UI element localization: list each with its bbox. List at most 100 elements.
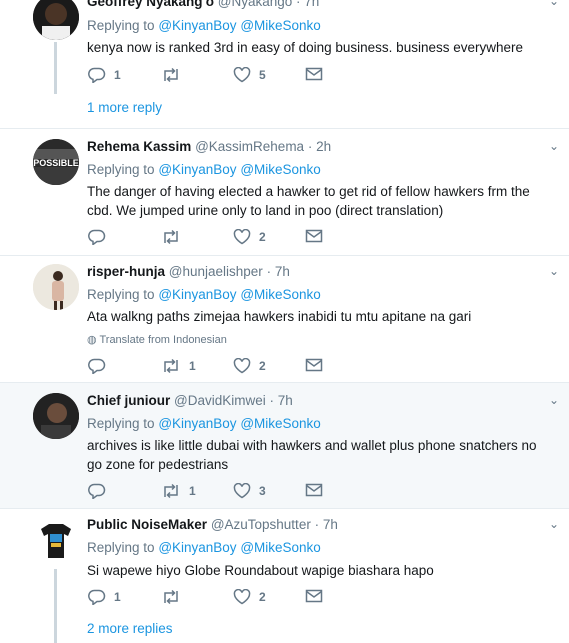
- reply-count: 1: [114, 68, 121, 82]
- tweet[interactable]: Geoffrey Nyakang'o @Nyakango · 7h ⌄ Repl…: [0, 0, 569, 128]
- replying-to-label: Replying to: [87, 18, 155, 33]
- retweet-icon: [164, 589, 178, 605]
- more-replies-link[interactable]: 1 more reply: [87, 100, 162, 115]
- envelope-icon: [305, 358, 323, 372]
- retweet-icon: [164, 67, 178, 83]
- replying-to-label: Replying to: [87, 287, 155, 302]
- mention-link[interactable]: @MikeSonko: [240, 18, 321, 33]
- mention-link[interactable]: @KinyanBoy: [158, 416, 236, 431]
- avatar[interactable]: [33, 517, 79, 563]
- retweet-button[interactable]: [161, 589, 189, 605]
- user-handle[interactable]: @KassimRehema: [195, 139, 304, 154]
- avatar[interactable]: [33, 264, 79, 310]
- mention-link[interactable]: @MikeSonko: [240, 162, 321, 177]
- timestamp[interactable]: 7h: [323, 517, 338, 532]
- replying-to-label: Replying to: [87, 162, 155, 177]
- chevron-down-icon[interactable]: ⌄: [549, 264, 559, 278]
- reply-button[interactable]: 1: [88, 589, 121, 605]
- tweet[interactable]: Chief juniour @DavidKimwei · 7h ⌄ Replyi…: [0, 383, 569, 508]
- tweet-text: archives is like little dubai with hawke…: [87, 438, 537, 472]
- reply-button[interactable]: 1: [88, 67, 121, 83]
- tweet-actions: 1 3: [88, 483, 348, 503]
- retweet-icon: [164, 483, 178, 499]
- display-name[interactable]: Geoffrey Nyakang'o: [87, 0, 214, 9]
- avatar[interactable]: POSSIBLE: [33, 139, 79, 185]
- tweet-actions: 1 2: [88, 589, 348, 609]
- retweet-icon: [164, 358, 178, 374]
- timestamp[interactable]: 7h: [275, 264, 290, 279]
- like-button[interactable]: 5: [233, 67, 266, 83]
- reply-button[interactable]: [88, 358, 114, 374]
- more-replies-link[interactable]: 2 more replies: [87, 621, 173, 636]
- tweet-actions: 1 2: [88, 358, 348, 378]
- tweet-header: Geoffrey Nyakang'o @Nyakango · 7h: [87, 0, 319, 9]
- heart-icon: [233, 358, 251, 374]
- separator: ·: [296, 0, 301, 9]
- retweet-button[interactable]: 1: [161, 358, 196, 374]
- message-button[interactable]: [305, 358, 323, 372]
- tweet[interactable]: risper-hunja @hunjaelishper · 7h ⌄ Reply…: [0, 256, 569, 382]
- timestamp[interactable]: 7h: [278, 393, 293, 408]
- timestamp[interactable]: 2h: [316, 139, 331, 154]
- mention-link[interactable]: @KinyanBoy: [158, 287, 236, 302]
- replying-to-label: Replying to: [87, 540, 155, 555]
- tweet[interactable]: POSSIBLE Rehema Kassim @KassimRehema · 2…: [0, 129, 569, 255]
- heart-icon: [233, 67, 251, 83]
- mention-link[interactable]: @MikeSonko: [240, 416, 321, 431]
- tweet[interactable]: Public NoiseMaker @AzuTopshutter · 7h ⌄ …: [0, 509, 569, 643]
- display-name[interactable]: Public NoiseMaker: [87, 517, 207, 532]
- retweet-button[interactable]: [161, 229, 189, 245]
- user-handle[interactable]: @hunjaelishper: [169, 264, 263, 279]
- reply-icon: [88, 483, 106, 499]
- envelope-icon: [305, 229, 323, 243]
- heart-icon: [233, 229, 251, 245]
- envelope-icon: [305, 589, 323, 603]
- thread-line: [54, 42, 57, 94]
- avatar[interactable]: [33, 393, 79, 439]
- message-button[interactable]: [305, 483, 323, 497]
- display-name[interactable]: Chief juniour: [87, 393, 170, 408]
- tweet-actions: 2: [88, 229, 348, 249]
- retweet-button[interactable]: 1: [161, 483, 196, 499]
- timestamp[interactable]: 7h: [304, 0, 319, 9]
- reply-count: 1: [114, 590, 121, 604]
- chevron-down-icon[interactable]: ⌄: [549, 393, 559, 407]
- message-button[interactable]: [305, 229, 323, 243]
- avatar[interactable]: [33, 0, 79, 40]
- retweet-button[interactable]: [161, 67, 189, 83]
- message-button[interactable]: [305, 589, 323, 603]
- replying-to: Replying to @KinyanBoy @MikeSonko: [87, 540, 321, 555]
- thread-line: [54, 569, 57, 643]
- message-button[interactable]: [305, 67, 323, 81]
- reply-icon: [88, 589, 106, 605]
- tweet-actions: 1 5: [88, 67, 348, 87]
- like-button[interactable]: 2: [233, 589, 266, 605]
- mention-link[interactable]: @MikeSonko: [240, 287, 321, 302]
- user-handle[interactable]: @DavidKimwei: [174, 393, 266, 408]
- tweet-header: Public NoiseMaker @AzuTopshutter · 7h: [87, 517, 338, 532]
- mention-link[interactable]: @MikeSonko: [240, 540, 321, 555]
- replying-to: Replying to @KinyanBoy @MikeSonko: [87, 162, 321, 177]
- translate-label: Translate from Indonesian: [99, 334, 227, 346]
- chevron-down-icon[interactable]: ⌄: [549, 517, 559, 531]
- mention-link[interactable]: @KinyanBoy: [158, 18, 236, 33]
- display-name[interactable]: risper-hunja: [87, 264, 165, 279]
- envelope-icon: [305, 483, 323, 497]
- like-count: 3: [259, 484, 266, 498]
- translate-link[interactable]: ◍ Translate from Indonesian: [87, 333, 227, 346]
- user-handle[interactable]: @AzuTopshutter: [211, 517, 311, 532]
- mention-link[interactable]: @KinyanBoy: [158, 162, 236, 177]
- chevron-down-icon[interactable]: ⌄: [549, 0, 559, 8]
- reply-button[interactable]: [88, 229, 114, 245]
- user-handle[interactable]: @Nyakango: [218, 0, 293, 9]
- reply-button[interactable]: [88, 483, 114, 499]
- like-button[interactable]: 3: [233, 483, 266, 499]
- mention-link[interactable]: @KinyanBoy: [158, 540, 236, 555]
- like-count: 5: [259, 68, 266, 82]
- display-name[interactable]: Rehema Kassim: [87, 139, 191, 154]
- like-button[interactable]: 2: [233, 358, 266, 374]
- chevron-down-icon[interactable]: ⌄: [549, 139, 559, 153]
- tweet-header: Rehema Kassim @KassimRehema · 2h: [87, 139, 331, 154]
- like-button[interactable]: 2: [233, 229, 266, 245]
- tweet-text: Ata walkng paths zimejaa hawkers inabidi…: [87, 309, 472, 324]
